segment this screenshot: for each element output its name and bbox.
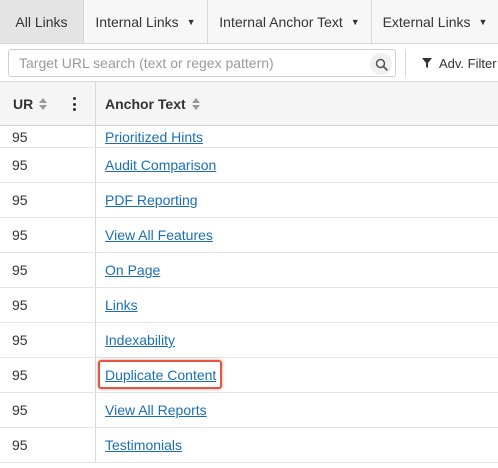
table-header: UR Anchor Text: [0, 82, 498, 126]
adv-filter-button[interactable]: Adv. Filter: [405, 49, 498, 77]
caret-down-icon: ▼: [478, 16, 488, 27]
anchor-cell: PDF Reporting: [96, 183, 498, 217]
anchor-link[interactable]: On Page: [105, 262, 160, 278]
adv-filter-label: Adv. Filter: [439, 55, 497, 71]
tab-internal-anchor-text[interactable]: Internal Anchor Text ▼: [208, 0, 372, 43]
kebab-menu-icon[interactable]: [72, 97, 76, 111]
highlight-annotation: [98, 360, 222, 389]
ur-cell: 95: [0, 288, 96, 322]
table-row: 95 View All Reports: [0, 393, 498, 428]
ur-cell: 95: [0, 253, 96, 287]
anchor-cell: On Page: [96, 253, 498, 287]
table-row: 95 Prioritized Hints: [0, 126, 498, 148]
ur-cell: 95: [0, 358, 96, 392]
search-bar: Adv. Filter: [0, 44, 498, 82]
ur-cell: 95: [0, 126, 96, 147]
caret-down-icon: ▼: [350, 16, 360, 27]
anchor-link[interactable]: Indexability: [105, 332, 175, 348]
search-icon[interactable]: [370, 53, 392, 75]
funnel-icon: [422, 58, 432, 68]
anchor-link[interactable]: View All Features: [105, 227, 213, 243]
table-body: 95 Prioritized Hints 95 Audit Comparison…: [0, 126, 498, 463]
tab-label: Internal Links: [95, 13, 179, 30]
tab-internal-links[interactable]: Internal Links ▼: [84, 0, 208, 43]
ur-cell: 95: [0, 183, 96, 217]
anchor-cell: Audit Comparison: [96, 148, 498, 182]
column-label: Anchor Text: [105, 96, 186, 112]
tab-label: External Links: [382, 13, 471, 30]
table-row: 95 On Page: [0, 253, 498, 288]
column-label: UR: [13, 96, 34, 112]
table-row: 95 Links: [0, 288, 498, 323]
ur-cell: 95: [0, 393, 96, 427]
table-row: 95 Audit Comparison: [0, 148, 498, 183]
table-row: 95 View All Features: [0, 218, 498, 253]
anchor-cell: View All Reports: [96, 393, 498, 427]
column-header-ur[interactable]: UR: [0, 82, 96, 126]
anchor-cell: View All Features: [96, 218, 498, 252]
tab-bar: All Links Internal Links ▼ Internal Anch…: [0, 0, 498, 44]
tab-label: Internal Anchor Text: [219, 13, 343, 30]
anchor-cell: Prioritized Hints: [96, 126, 498, 147]
sort-icon[interactable]: [39, 98, 48, 110]
caret-down-icon: ▼: [186, 16, 196, 27]
column-header-anchor-text[interactable]: Anchor Text: [96, 82, 498, 126]
sort-icon[interactable]: [191, 98, 200, 110]
table-row: 95 Duplicate Content: [0, 358, 498, 393]
table-row: 95 Testimonials: [0, 428, 498, 463]
anchor-cell: Testimonials: [96, 428, 498, 462]
tab-all-links[interactable]: All Links: [0, 0, 84, 43]
ur-cell: 95: [0, 428, 96, 462]
anchor-link[interactable]: Links: [105, 297, 138, 313]
ur-cell: 95: [0, 218, 96, 252]
tab-external-links[interactable]: External Links ▼: [372, 0, 498, 43]
anchor-cell: Links: [96, 288, 498, 322]
table-row: 95 PDF Reporting: [0, 183, 498, 218]
anchor-cell: Indexability: [96, 323, 498, 357]
anchor-link[interactable]: Prioritized Hints: [105, 129, 203, 145]
ur-cell: 95: [0, 323, 96, 357]
anchor-link[interactable]: Testimonials: [105, 437, 182, 453]
tab-label: All Links: [15, 13, 68, 30]
target-url-search-input[interactable]: [8, 49, 396, 77]
anchor-link[interactable]: PDF Reporting: [105, 192, 198, 208]
ur-cell: 95: [0, 148, 96, 182]
anchor-link[interactable]: Audit Comparison: [105, 157, 216, 173]
anchor-link[interactable]: View All Reports: [105, 402, 207, 418]
table-row: 95 Indexability: [0, 323, 498, 358]
